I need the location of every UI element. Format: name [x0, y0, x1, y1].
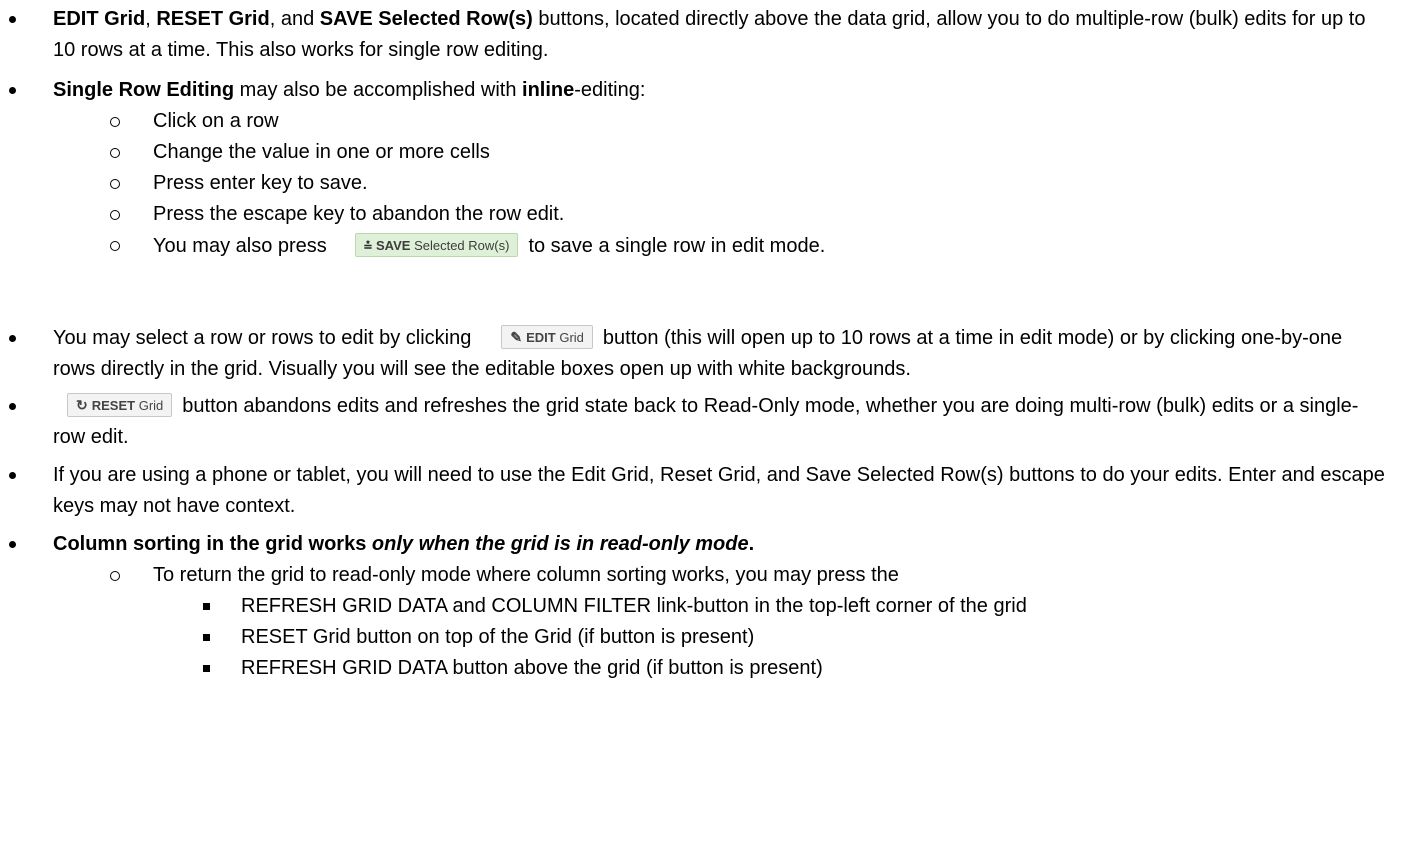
- list-item: REFRESH GRID DATA and COLUMN FILTER link…: [0, 591, 1403, 622]
- list-item-bulk-edit: EDIT Grid, RESET Grid, and SAVE Selected…: [0, 4, 1403, 66]
- list-item-read-only: To return the grid to read-only mode whe…: [0, 560, 1403, 591]
- list-item: Press enter key to save.: [0, 168, 1403, 199]
- list-item-single-row-editing: Single Row Editing may also be accomplis…: [0, 75, 1403, 106]
- list-item-save-hint: You may also press ⩮ SAVE Selected Row(s) t…: [0, 230, 1403, 263]
- edit-grid-button[interactable]: ✎ EDIT Grid: [501, 324, 593, 349]
- list-item-reset-grid: ↻ RESET Grid button abandons edits and ref…: [0, 391, 1403, 453]
- edit-icon: ✎: [510, 328, 523, 345]
- refresh-icon: ↻: [76, 396, 88, 413]
- save-selected-rows-button[interactable]: ⩮ SAVE Selected Row(s): [354, 232, 519, 257]
- list-item: Click on a row: [0, 106, 1403, 137]
- list-item: REFRESH GRID DATA button above the grid …: [0, 653, 1403, 684]
- list-item-mobile: If you are using a phone or tablet, you …: [0, 460, 1403, 522]
- list-item: Press the escape key to abandon the row …: [0, 199, 1403, 230]
- list-item-edit-grid: You may select a row or rows to edit by …: [0, 323, 1403, 385]
- reset-grid-button[interactable]: ↻ RESET Grid: [67, 392, 173, 417]
- document-page: EDIT Grid, RESET Grid, and SAVE Selected…: [0, 0, 1403, 859]
- instructions-list: EDIT Grid, RESET Grid, and SAVE Selected…: [0, 0, 1403, 684]
- list-item: Change the value in one or more cells: [0, 137, 1403, 168]
- list-item: RESET Grid button on top of the Grid (if…: [0, 622, 1403, 653]
- spacer: [0, 263, 1403, 323]
- save-check-icon: ⩮: [363, 236, 372, 253]
- list-item-column-sorting: Column sorting in the grid works only wh…: [0, 529, 1403, 560]
